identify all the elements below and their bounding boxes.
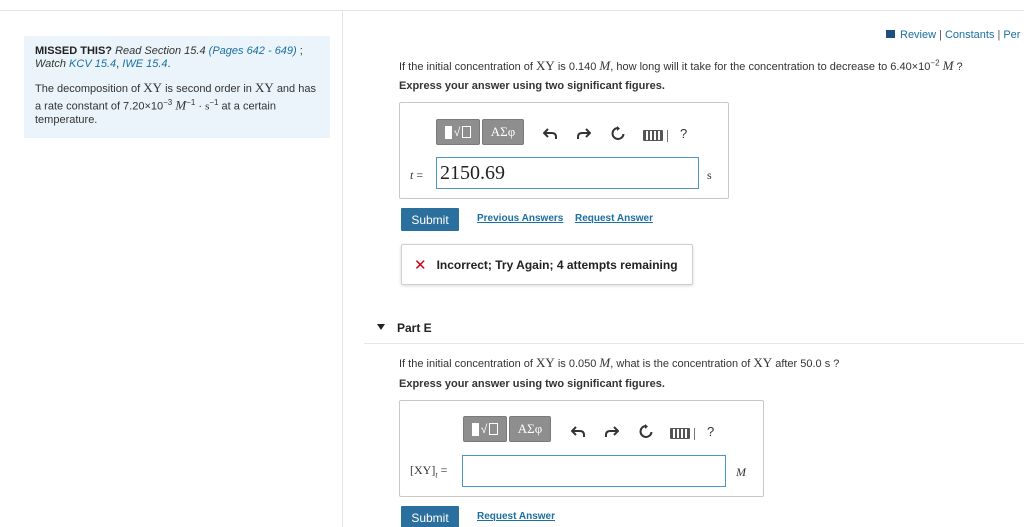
missed-this-text: MISSED THIS? Read Section 15.4 (Pages 64… bbox=[35, 45, 319, 71]
partd-answer-box: √ ΑΣφ ? t = 2150.69 s bbox=[399, 102, 729, 199]
submit-button[interactable]: Submit bbox=[401, 506, 459, 527]
periodic-table-link[interactable]: Per bbox=[1003, 29, 1020, 41]
parte-answer-box: √ ΑΣφ ? [XY]t = M bbox=[399, 400, 764, 497]
missed-this-panel: MISSED THIS? Read Section 15.4 (Pages 64… bbox=[24, 36, 330, 138]
period: . bbox=[167, 58, 171, 70]
template-square-icon bbox=[471, 422, 479, 436]
q-text: If the initial concentration of bbox=[399, 358, 533, 370]
xy-symbol: XY bbox=[753, 355, 773, 370]
semicolon: ; bbox=[296, 45, 303, 57]
xy-symbol: XY bbox=[254, 80, 274, 95]
answer-unit: s bbox=[707, 168, 712, 182]
parte-express: Express your answer using two significan… bbox=[399, 378, 665, 390]
problem-statement: The decomposition of XY is second order … bbox=[35, 81, 319, 127]
redo-icon[interactable] bbox=[605, 426, 619, 438]
read-section-text: Read Section 15.4 bbox=[115, 45, 206, 57]
problem-text-1: The decomposition of bbox=[35, 83, 141, 95]
molar-unit: M bbox=[942, 58, 954, 73]
undo-icon[interactable] bbox=[543, 128, 557, 140]
q-text: is 0.050 bbox=[557, 358, 597, 370]
q-exponent: −2 bbox=[930, 58, 940, 68]
parte-rule bbox=[364, 343, 1024, 344]
math-toolbar: √ ΑΣφ bbox=[463, 414, 551, 444]
rate-exponent: −3 bbox=[163, 98, 173, 107]
submit-button[interactable]: Submit bbox=[401, 208, 459, 231]
answer-input[interactable] bbox=[462, 455, 726, 487]
iwe-link[interactable]: IWE 15.4 bbox=[122, 58, 167, 70]
parte-question: If the initial concentration of XY is 0.… bbox=[399, 355, 839, 371]
template-box-icon bbox=[462, 126, 472, 138]
feedback-text: Incorrect; Try Again; 4 attempts remaini… bbox=[436, 257, 678, 272]
constants-link[interactable]: Constants bbox=[945, 29, 995, 41]
unit-exponent-1: −1 bbox=[186, 98, 196, 107]
request-answer-link[interactable]: Request Answer bbox=[477, 511, 555, 522]
request-answer-link[interactable]: Request Answer bbox=[575, 213, 653, 224]
molar-unit: M bbox=[175, 97, 187, 113]
keyboard-icon[interactable] bbox=[670, 428, 690, 439]
reset-icon[interactable] bbox=[639, 424, 653, 439]
previous-answers-link[interactable]: Previous Answers bbox=[477, 213, 563, 224]
symbols-button[interactable]: ΑΣφ bbox=[482, 119, 524, 145]
var-t: t bbox=[410, 168, 414, 182]
watch-text: Watch bbox=[35, 58, 66, 70]
template-square-icon bbox=[444, 125, 452, 139]
partd-question: If the initial concentration of XY is 0.… bbox=[399, 58, 963, 74]
toolbar-separator bbox=[667, 130, 668, 142]
parte-header[interactable]: Part E bbox=[377, 321, 432, 335]
collapse-triangle-icon[interactable] bbox=[377, 324, 385, 330]
answer-unit: M bbox=[736, 465, 746, 479]
problem-text-2: is second order in bbox=[165, 83, 252, 95]
xy-symbol: XY bbox=[535, 355, 555, 370]
parte-title: Part E bbox=[397, 321, 432, 335]
xy-bracket: [XY] bbox=[410, 463, 436, 477]
pages-link[interactable]: (Pages 642 - 649) bbox=[209, 45, 297, 57]
molar-unit: M bbox=[599, 355, 611, 370]
top-links: Review | Constants | Per bbox=[886, 29, 1020, 41]
molar-unit: M bbox=[599, 58, 611, 73]
redo-icon[interactable] bbox=[577, 128, 591, 140]
xy-symbol: XY bbox=[535, 58, 555, 73]
xy-symbol: XY bbox=[143, 80, 163, 95]
column-divider bbox=[342, 10, 343, 527]
equals: = bbox=[416, 168, 424, 182]
unit-exponent-2: −1 bbox=[209, 98, 219, 107]
unit-dot: · bbox=[198, 100, 203, 113]
help-icon[interactable]: ? bbox=[680, 126, 687, 141]
kcv-link[interactable]: KCV 15.4 bbox=[69, 58, 116, 70]
help-icon[interactable]: ? bbox=[707, 424, 714, 439]
q-text: , how long will it take for the concentr… bbox=[610, 61, 931, 73]
q-text: , what is the concentration of bbox=[610, 358, 751, 370]
symbols-button[interactable]: ΑΣφ bbox=[509, 416, 551, 442]
q-text: after 50.0 s ? bbox=[775, 358, 840, 370]
keyboard-icon[interactable] bbox=[643, 130, 663, 141]
q-text: If the initial concentration of bbox=[399, 61, 533, 73]
sqrt-icon: √ bbox=[453, 125, 461, 139]
sqrt-icon: √ bbox=[480, 422, 488, 436]
feedback-box: ✕ Incorrect; Try Again; 4 attempts remai… bbox=[401, 244, 693, 285]
templates-button[interactable]: √ bbox=[463, 416, 507, 442]
template-box-icon bbox=[489, 423, 499, 435]
var-t-subscript: t bbox=[435, 470, 438, 480]
toolbar-separator bbox=[694, 428, 695, 440]
comma: , bbox=[116, 58, 120, 70]
templates-button[interactable]: √ bbox=[436, 119, 480, 145]
var-label: [XY]t = bbox=[410, 463, 447, 479]
undo-icon[interactable] bbox=[571, 426, 585, 438]
q-text: ? bbox=[956, 61, 963, 73]
reset-icon[interactable] bbox=[611, 126, 625, 141]
link-separator: | bbox=[939, 29, 942, 41]
equals: = bbox=[440, 463, 448, 477]
top-rule bbox=[0, 10, 1024, 11]
answer-input[interactable]: 2150.69 bbox=[436, 157, 699, 189]
review-icon bbox=[886, 30, 895, 38]
link-separator: | bbox=[997, 29, 1001, 41]
incorrect-x-icon: ✕ bbox=[414, 256, 427, 274]
missed-label: MISSED THIS? bbox=[35, 45, 113, 57]
partd-express: Express your answer using two significan… bbox=[399, 80, 665, 92]
review-link[interactable]: Review bbox=[900, 29, 936, 41]
math-toolbar: √ ΑΣφ bbox=[436, 117, 524, 147]
q-text: is 0.140 bbox=[557, 61, 597, 73]
var-label: t = bbox=[410, 168, 423, 183]
